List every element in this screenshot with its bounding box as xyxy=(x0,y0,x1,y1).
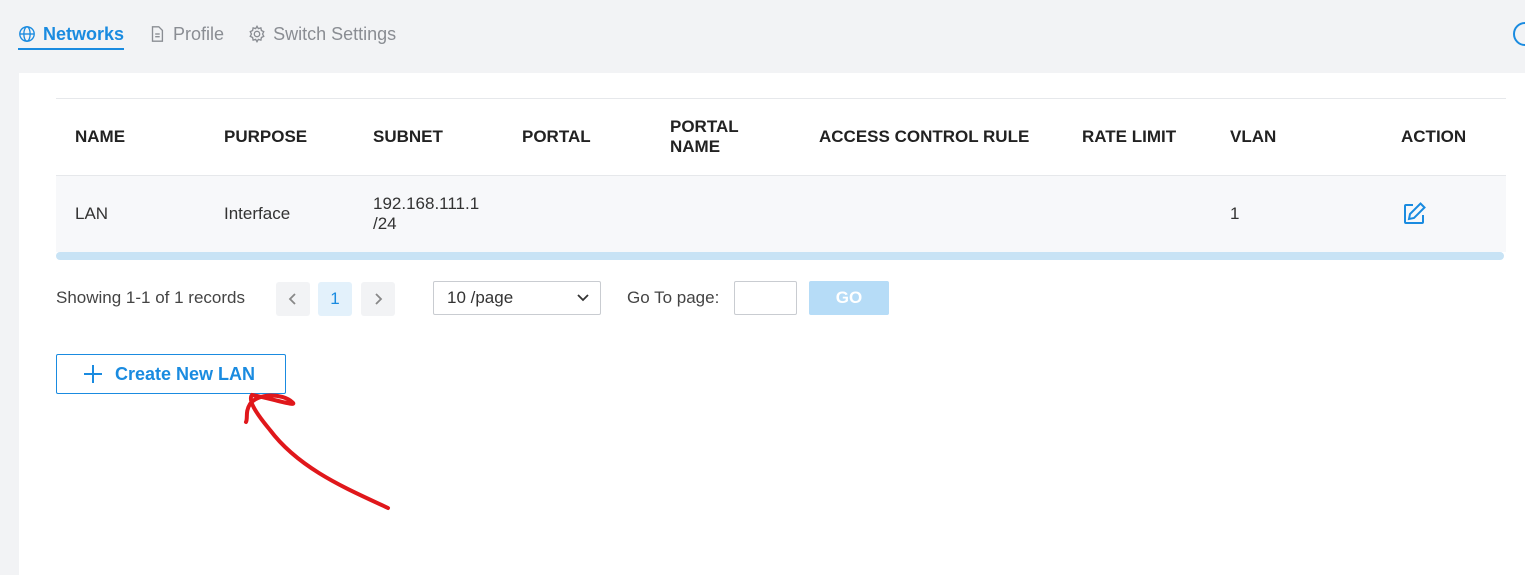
column-header-access-control-rule[interactable]: ACCESS CONTROL RULE xyxy=(819,99,1029,175)
goto-page-input[interactable] xyxy=(734,281,797,315)
globe-icon xyxy=(19,26,35,42)
chevron-down-icon xyxy=(577,294,589,302)
tab-networks[interactable]: Networks xyxy=(18,14,125,50)
cell-subnet: 192.168.111.1 /24 xyxy=(373,194,480,233)
column-header-portal-name[interactable]: PORTAL NAME xyxy=(670,99,760,175)
gear-icon xyxy=(249,25,265,43)
go-button[interactable]: GO xyxy=(809,281,889,315)
page-size-select[interactable]: 10 /page xyxy=(433,281,601,315)
create-new-lan-button[interactable]: Create New LAN xyxy=(56,354,286,394)
column-header-name[interactable]: NAME xyxy=(75,99,125,175)
column-header-purpose[interactable]: PURPOSE xyxy=(224,99,307,175)
pagination: Showing 1-1 of 1 records 1 10 /page Go T… xyxy=(56,280,956,316)
next-page-button[interactable] xyxy=(361,282,395,316)
column-header-subnet[interactable]: SUBNET xyxy=(373,99,443,175)
document-icon xyxy=(151,26,164,42)
main-panel: NAME PURPOSE SUBNET PORTAL PORTAL NAME A… xyxy=(19,73,1525,575)
horizontal-scrollbar[interactable] xyxy=(56,252,1504,260)
tab-switch-settings[interactable]: Switch Settings xyxy=(248,14,396,48)
tab-label: Profile xyxy=(173,23,225,44)
chevron-left-icon xyxy=(288,293,296,305)
help-icon[interactable] xyxy=(1513,22,1525,46)
page-size-value: 10 /page xyxy=(447,288,514,307)
column-header-portal[interactable]: PORTAL xyxy=(522,99,591,175)
tab-label: Switch Settings xyxy=(273,23,397,44)
column-header-action: ACTION xyxy=(1401,127,1467,146)
records-count: Showing 1-1 of 1 records xyxy=(56,288,245,307)
table-row[interactable]: LAN Interface 192.168.111.1 /24 1 xyxy=(56,176,1506,252)
column-header-vlan[interactable]: VLAN xyxy=(1230,99,1276,175)
goto-page-label: Go To page: xyxy=(627,288,720,307)
page-number-button[interactable]: 1 xyxy=(318,282,352,316)
cell-purpose: Interface xyxy=(224,204,291,223)
cell-name: LAN xyxy=(75,204,109,223)
tab-profile[interactable]: Profile xyxy=(148,14,224,48)
prev-page-button[interactable] xyxy=(276,282,310,316)
cell-vlan: 1 xyxy=(1230,204,1240,223)
edit-icon[interactable] xyxy=(1401,201,1427,227)
column-header-rate-limit[interactable]: RATE LIMIT xyxy=(1082,99,1176,175)
plus-icon xyxy=(84,365,102,383)
table-header: NAME PURPOSE SUBNET PORTAL PORTAL NAME A… xyxy=(56,99,1506,176)
tab-bar: Networks Profile Switch Settings xyxy=(18,14,420,50)
create-new-lan-label: Create New LAN xyxy=(115,363,256,384)
cell-action xyxy=(1401,176,1427,252)
chevron-right-icon xyxy=(375,293,383,305)
tab-label: Networks xyxy=(43,23,125,44)
networks-table: NAME PURPOSE SUBNET PORTAL PORTAL NAME A… xyxy=(56,98,1506,260)
